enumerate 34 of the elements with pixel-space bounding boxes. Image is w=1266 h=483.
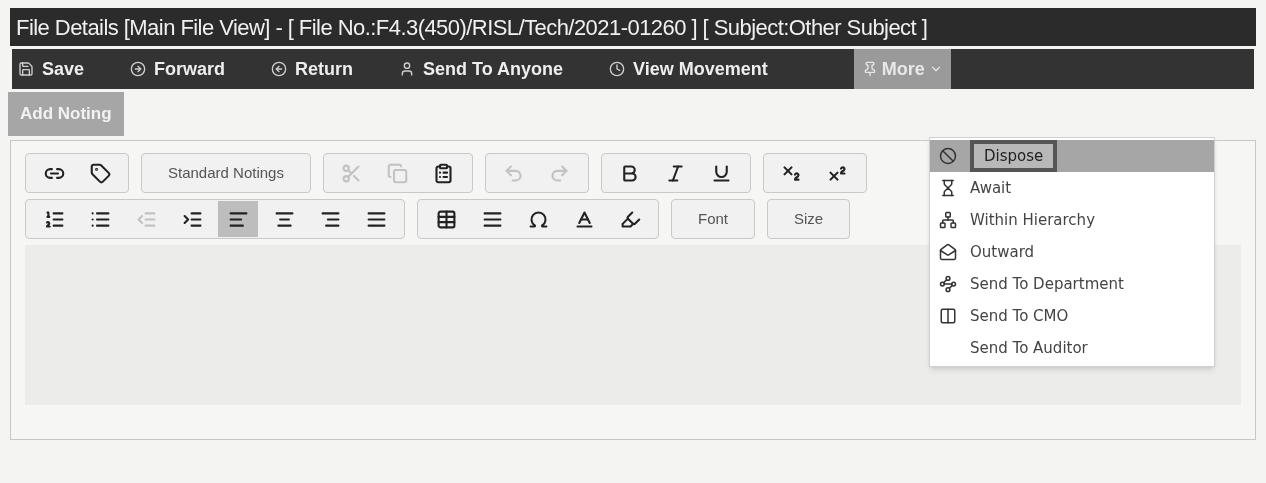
menu-item[interactable]: Send To Department [930,268,1214,300]
dropdown-button[interactable]: Font [680,207,746,231]
menu-item[interactable]: Dispose [930,140,1214,172]
toolbar-button[interactable]: Return [271,55,354,83]
hierarchy-icon [939,211,957,229]
menu-item[interactable]: Await [930,172,1214,204]
hourglass-icon [939,179,957,197]
dropdown-button[interactable]: Standard Notings [150,161,302,185]
tag-icon [89,162,111,184]
dropdown-button[interactable]: Size [776,207,842,231]
menu-item[interactable]: Send To CMO [930,300,1214,332]
align-left-button[interactable] [218,201,258,237]
menu-item[interactable]: Send To Auditor [930,332,1214,364]
cut-icon [341,162,363,184]
window-title: File Details [Main File View] - [ File No.:F4.3(450)/RISL/Tech/2021-01260 ] [ Subject:Other Subject ] [10,8,1256,46]
text-color-icon [573,208,595,230]
toolbar-button[interactable]: Forward [130,55,226,83]
numbered-list-icon [43,208,65,230]
omega-icon [527,208,549,230]
columns-icon [939,307,957,325]
copy-icon [387,162,409,184]
paste-icon [433,162,455,184]
mail-icon [939,243,957,261]
arrow-right-icon [130,61,147,77]
save-icon [18,61,34,77]
menu-item[interactable]: Outward [930,236,1214,268]
toolbar-button[interactable]: Save [18,55,85,83]
toolbar-button[interactable]: Send To Anyone [399,55,564,83]
background-color-icon [619,208,641,230]
toolbar-button[interactable]: View Movement [609,55,768,83]
clock-icon [609,61,626,77]
arrow-left-icon [271,61,288,77]
table-icon [435,208,457,230]
menu-item[interactable]: Within Hierarchy [930,204,1214,236]
